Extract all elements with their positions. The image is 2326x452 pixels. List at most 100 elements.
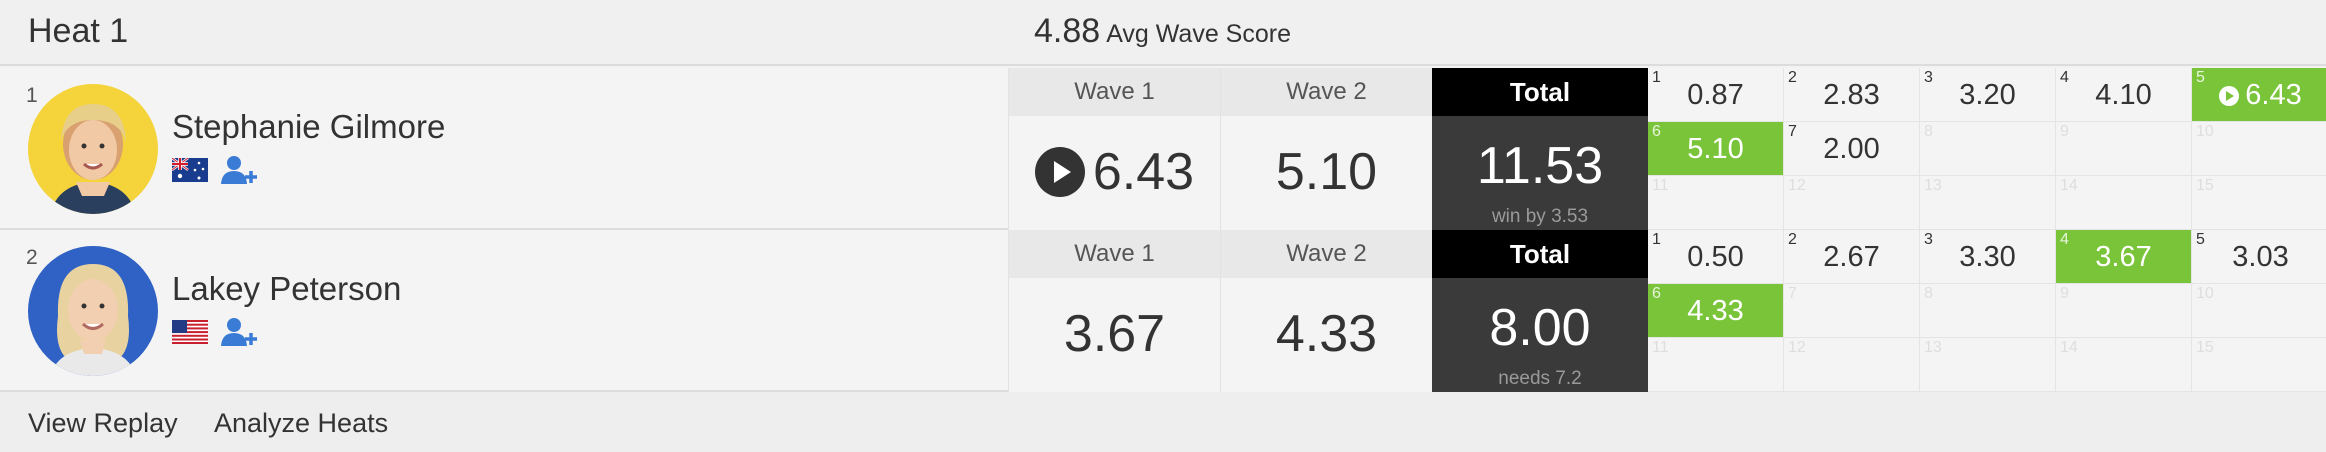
wave-cell: 10 [2192, 122, 2326, 176]
wave-score: 3.03 [2192, 241, 2326, 274]
wave-score: 2.00 [1784, 133, 1919, 166]
wave-score-value: 0.50 [1687, 241, 1744, 273]
wave-1-score: 3.67 [1063, 305, 1166, 363]
wave-cell: 13 [1920, 176, 2056, 230]
wave-number: 12 [1788, 177, 1806, 194]
wave-cell: 7 [1784, 284, 1920, 338]
wave-number: 7 [1788, 285, 1797, 302]
wave-2-column: Wave 2 5.10 [1220, 68, 1432, 230]
athlete-seed: 1 [26, 84, 38, 107]
wave-number: 13 [1924, 177, 1942, 194]
wave-cell[interactable]: 2 2.67 [1784, 230, 1920, 284]
wave-cell[interactable]: 3 3.20 [1920, 68, 2056, 122]
wave-grid: 1 0.50 2 2.67 3 3.30 4 3.67 5 3.03 6 4.33 7 8 9 10 11 12 1… [1648, 230, 2326, 392]
wave-score-value: 3.20 [1959, 79, 2016, 111]
wave-cell[interactable]: 1 0.87 [1648, 68, 1784, 122]
wave-score-value: 5.10 [1687, 133, 1744, 165]
wave-cell: 15 [2192, 338, 2326, 392]
total-header: Total [1432, 230, 1648, 278]
wave-score: 0.87 [1648, 79, 1783, 112]
wave-cell[interactable]: 5 3.03 [2192, 230, 2326, 284]
view-replay-link[interactable]: View Replay [28, 408, 178, 439]
wave-2-column: Wave 2 4.33 [1220, 230, 1432, 392]
wave-cell[interactable]: 6 4.33 [1648, 284, 1784, 338]
play-icon[interactable] [2219, 85, 2240, 106]
wave-score-value: 3.03 [2232, 241, 2289, 273]
wave-cell: 9 [2056, 284, 2192, 338]
total-column: Total 8.00 needs 7.2 [1432, 230, 1648, 392]
athlete-photo [50, 264, 136, 376]
athlete-row: 2 Lakey Peterson Wave 1 3.67 Wave 2 4.33… [0, 230, 2326, 392]
wave-number: 12 [1788, 339, 1806, 356]
wave-score-value: 2.83 [1823, 79, 1880, 111]
wave-cell[interactable]: 4 4.10 [2056, 68, 2192, 122]
wave-cell[interactable]: 4 3.67 [2056, 230, 2192, 284]
wave-cell: 15 [2192, 176, 2326, 230]
wave-cell: 10 [2192, 284, 2326, 338]
wave-cell[interactable]: 1 0.50 [1648, 230, 1784, 284]
wave-score: 3.30 [1920, 241, 2055, 274]
add-user-icon[interactable] [220, 316, 260, 348]
wave-cell: 12 [1784, 176, 1920, 230]
wave-score: 2.67 [1784, 241, 1919, 274]
athlete-seed: 2 [26, 246, 38, 269]
total-status: win by 3.53 [1491, 206, 1589, 227]
avatar[interactable] [28, 246, 158, 376]
wave-score-value: 6.43 [2245, 79, 2302, 111]
play-icon[interactable] [1034, 147, 1085, 197]
wave-1-column: Wave 1 3.67 [1008, 230, 1220, 392]
wave-cell: 11 [1648, 338, 1784, 392]
total-status: needs 7.2 [1498, 368, 1582, 389]
wave-score: 3.20 [1920, 79, 2055, 112]
wave-cell[interactable]: 3 3.30 [1920, 230, 2056, 284]
wave-cell[interactable]: 7 2.00 [1784, 122, 1920, 176]
wave-score: 6.43 [2192, 79, 2326, 112]
wave-score-value: 0.87 [1687, 79, 1744, 111]
avatar[interactable] [28, 84, 158, 214]
wave-2-score: 5.10 [1275, 143, 1378, 201]
wave-cell[interactable]: 2 2.83 [1784, 68, 1920, 122]
avg-wave-score: 4.88 Avg Wave Score [1034, 12, 1291, 51]
wave-score-value: 3.30 [1959, 241, 2016, 273]
athlete-name[interactable]: Lakey Peterson [172, 270, 401, 308]
total-score: 11.53 [1476, 137, 1604, 195]
wave-number: 8 [1924, 123, 1933, 140]
wave-score-value: 2.00 [1823, 133, 1880, 165]
wave-cell[interactable]: 6 5.10 [1648, 122, 1784, 176]
wave-cell: 11 [1648, 176, 1784, 230]
athlete-name[interactable]: Stephanie Gilmore [172, 108, 445, 146]
wave-number: 15 [2196, 339, 2214, 356]
athlete-photo [50, 104, 136, 214]
australia-flag-icon [172, 158, 208, 182]
wave-score: 4.33 [1648, 295, 1783, 328]
wave-cell: 8 [1920, 284, 2056, 338]
add-user-icon[interactable] [220, 154, 260, 186]
wave-2-header: Wave 2 [1221, 230, 1432, 278]
wave-1-header: Wave 1 [1009, 68, 1220, 116]
wave-1-score: 6.43 [1009, 142, 1220, 202]
wave-cell[interactable]: 5 6.43 [2192, 68, 2326, 122]
wave-number: 9 [2060, 285, 2069, 302]
wave-score: 0.50 [1648, 241, 1783, 274]
wave-number: 13 [1924, 339, 1942, 356]
wave-cell: 12 [1784, 338, 1920, 392]
heat-footer: View Replay Analyze Heats [0, 392, 2326, 452]
avg-wave-score-label: Avg Wave Score [1106, 20, 1291, 48]
wave-score: 4.10 [2056, 79, 2191, 112]
wave-cell: 8 [1920, 122, 2056, 176]
wave-score-value: 4.33 [1687, 295, 1744, 327]
athlete-row: 1 Stephanie Gilmore Wave 1 6.43 Wave 2 5… [0, 68, 2326, 230]
wave-score-value: 3.67 [2095, 241, 2152, 273]
wave-score-value: 4.10 [2095, 79, 2152, 111]
analyze-heats-link[interactable]: Analyze Heats [214, 408, 388, 439]
wave-1-header: Wave 1 [1009, 230, 1220, 278]
wave-number: 8 [1924, 285, 1933, 302]
wave-score-value: 2.67 [1823, 241, 1880, 273]
heat-title: Heat 1 [28, 12, 129, 50]
wave-cell: 14 [2056, 176, 2192, 230]
wave-number: 11 [1652, 339, 1669, 356]
heat-header: Heat 1 4.88 Avg Wave Score [0, 0, 2326, 66]
wave-cell: 9 [2056, 122, 2192, 176]
wave-cell: 13 [1920, 338, 2056, 392]
total-column: Total 11.53 win by 3.53 [1432, 68, 1648, 230]
